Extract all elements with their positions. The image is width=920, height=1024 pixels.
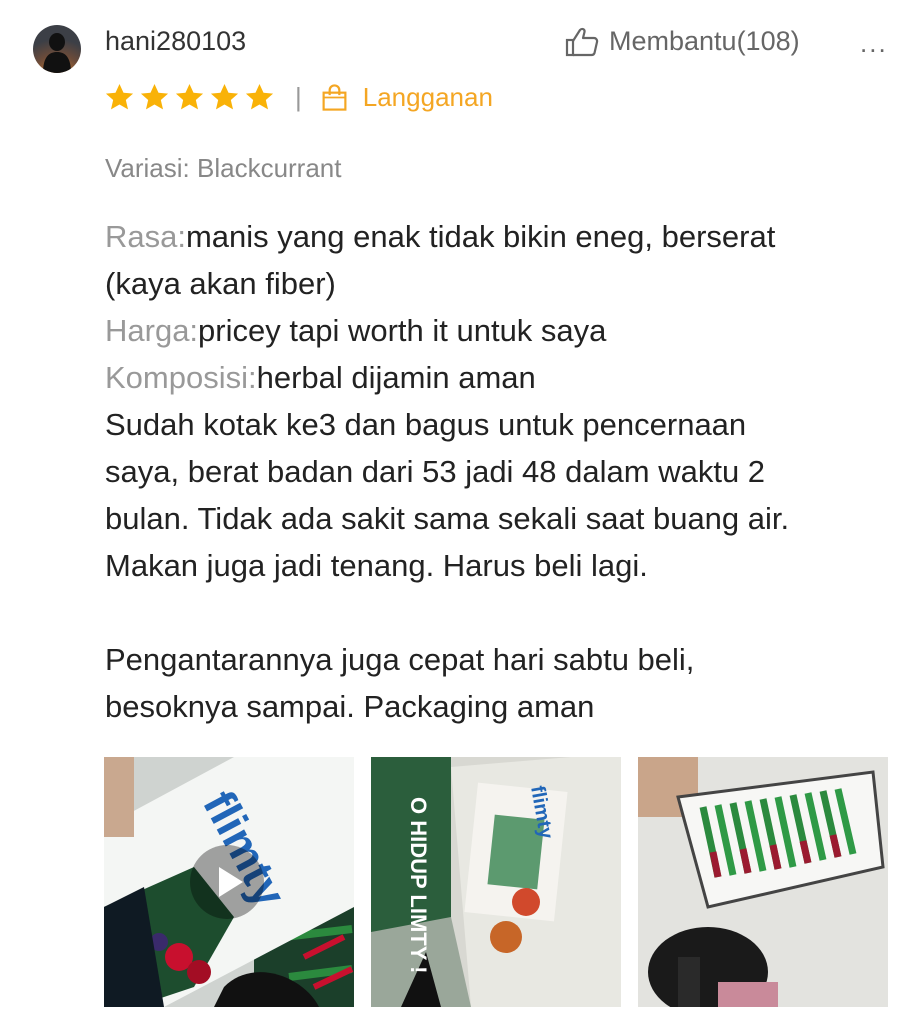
avatar-silhouette-icon — [43, 33, 71, 73]
review-text-line: Sudah kotak ke3 dan bagus untuk pencerna… — [105, 407, 747, 442]
review-text-line: bulan. Tidak ada sakit sama sekali saat … — [105, 501, 790, 536]
variant-label: Variasi: Blackcurrant — [105, 153, 342, 183]
media-thumbnail-image[interactable]: O HIDUP LIMTY ! flimty — [371, 757, 621, 1007]
attribute-komposisi: Komposisi:herbal dijamin aman — [105, 354, 865, 401]
attribute-label: Rasa: — [105, 219, 186, 254]
attribute-continuation: (kaya akan fiber) — [105, 266, 336, 301]
attribute-value: manis yang enak tidak bikin eneg, berser… — [185, 219, 776, 254]
attribute-value: herbal dijamin aman — [256, 360, 536, 395]
more-options-button[interactable]: ... — [860, 28, 888, 59]
media-thumbnail-video[interactable]: flimty — [104, 757, 354, 1007]
attribute-label: Harga: — [105, 313, 199, 348]
star-icon — [175, 83, 204, 109]
review-media: flimty O HIDUP LIMTY ! flimty — [104, 757, 888, 1007]
avatar[interactable] — [33, 25, 81, 73]
subscription-label: Langganan — [362, 81, 493, 112]
attribute-harga: Harga:pricey tapi worth it untuk saya — [105, 307, 865, 354]
shopping-bag-icon — [322, 83, 347, 111]
attribute-value: pricey tapi worth it untuk saya — [198, 313, 607, 348]
divider: | — [295, 81, 302, 112]
helpful-button[interactable]: Membantu(108) — [565, 26, 800, 57]
review-text-line: besoknya sampai. Packaging aman — [105, 689, 595, 724]
attribute-rasa: Rasa:manis yang enak tidak bikin eneg, b… — [105, 213, 865, 260]
review-text-line: Makan juga jadi tenang. Harus beli lagi. — [105, 548, 648, 583]
helpful-count-label: Membantu(108) — [609, 26, 800, 56]
play-icon[interactable] — [190, 845, 264, 919]
star-icon — [140, 83, 169, 109]
media-thumbnail-image[interactable] — [638, 757, 888, 1007]
media-side-text: O HIDUP LIMTY ! — [406, 797, 431, 973]
star-icon — [105, 83, 134, 109]
product-photo — [638, 757, 888, 1007]
attribute-label: Komposisi: — [105, 360, 257, 395]
product-photo: O HIDUP LIMTY ! flimty — [371, 757, 621, 1007]
review-body: Rasa:manis yang enak tidak bikin eneg, b… — [105, 213, 865, 730]
review-text-line: Pengantarannya juga cepat hari sabtu bel… — [105, 642, 695, 677]
star-rating — [104, 82, 275, 113]
star-icon — [210, 83, 239, 109]
thumbs-up-icon — [565, 27, 599, 56]
username[interactable]: hani280103 — [105, 26, 246, 57]
star-icon — [245, 83, 274, 109]
ellipsis-icon: ... — [860, 28, 888, 58]
review-text-line: saya, berat badan dari 53 jadi 48 dalam … — [105, 454, 766, 489]
rating-row: | Langganan — [104, 80, 493, 114]
